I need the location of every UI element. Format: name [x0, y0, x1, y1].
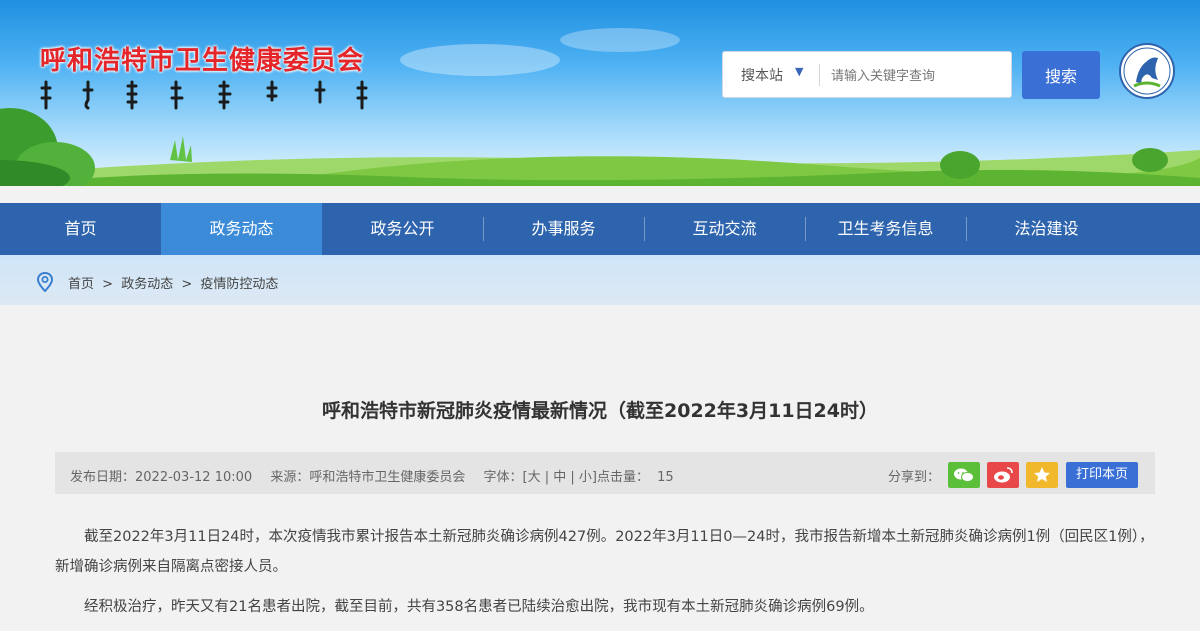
- article-paragraph: 截至2022年3月11日24时，本次疫情我市累计报告本土新冠肺炎确诊病例427例…: [55, 529, 1154, 575]
- nav-item-exam-info[interactable]: 卫生考务信息: [805, 203, 966, 255]
- font-label: 字体：: [483, 470, 523, 485]
- article-paragraph: 经积极治疗，昨天又有21名患者出院，截至目前，共有358名患者已陆续治愈出院，我…: [84, 599, 874, 615]
- article-meta: 发布日期：2022-03-12 10:00 来源：呼和浩特市卫生健康委员会 字体…: [70, 466, 688, 485]
- breadcrumb-home[interactable]: 首页: [68, 277, 94, 292]
- header-banner: 呼和浩特市卫生健康委员会 搜本站 ▼ 搜索: [0, 0, 1200, 186]
- search-scope-select[interactable]: 搜本站: [741, 65, 783, 85]
- breadcrumb-separator: >: [102, 277, 114, 292]
- font-size-switch[interactable]: [大 | 中 | 小]: [523, 470, 597, 485]
- mongolian-script-logo: [40, 80, 368, 110]
- search-button[interactable]: 搜索: [1022, 51, 1100, 99]
- source-value: 呼和浩特市卫生健康委员会: [309, 470, 466, 485]
- main-nav: 首页 政务动态 政务公开 办事服务 互动交流 卫生考务信息 法治建设: [0, 203, 1200, 255]
- views-label: 点击量：: [596, 470, 649, 485]
- breadcrumb-epidemic[interactable]: 疫情防控动态: [200, 277, 278, 292]
- weibo-share-icon[interactable]: [987, 462, 1019, 488]
- qzone-share-icon[interactable]: [1026, 462, 1058, 488]
- print-button[interactable]: 打印本页: [1066, 462, 1138, 488]
- location-pin-icon: [36, 272, 54, 292]
- nav-item-public-affairs[interactable]: 政务公开: [322, 203, 483, 255]
- source-label: 来源：: [270, 470, 310, 485]
- publish-date: 2022-03-12 10:00: [135, 470, 253, 485]
- site-title[interactable]: 呼和浩特市卫生健康委员会: [40, 40, 364, 77]
- article-title: 呼和浩特市新冠肺炎疫情最新情况（截至2022年3月11日24时）: [322, 400, 878, 422]
- breadcrumb-bar: 首页 > 政务动态 > 疫情防控动态: [0, 255, 1200, 305]
- share-label: 分享到：: [888, 470, 941, 485]
- breadcrumb-separator: >: [181, 277, 193, 292]
- search-box: 搜本站 ▼: [722, 51, 1012, 98]
- article-meta-bar: 发布日期：2022-03-12 10:00 来源：呼和浩特市卫生健康委员会 字体…: [55, 452, 1155, 494]
- nav-item-news[interactable]: 政务动态: [161, 203, 322, 255]
- date-label: 发布日期：: [70, 470, 136, 485]
- wechat-share-icon[interactable]: [948, 462, 980, 488]
- divider: [819, 64, 820, 86]
- caret-down-icon[interactable]: ▼: [795, 65, 803, 78]
- horse-emblem-icon[interactable]: [1118, 42, 1176, 100]
- nav-item-rule-of-law[interactable]: 法治建设: [966, 203, 1127, 255]
- nav-item-services[interactable]: 办事服务: [483, 203, 644, 255]
- breadcrumb: 首页 > 政务动态 > 疫情防控动态: [68, 273, 282, 292]
- breadcrumb-news[interactable]: 政务动态: [121, 277, 173, 292]
- search-input[interactable]: [829, 61, 1003, 91]
- nav-item-home[interactable]: 首页: [0, 203, 161, 255]
- views-count: 15: [657, 470, 674, 485]
- nav-item-interaction[interactable]: 互动交流: [644, 203, 805, 255]
